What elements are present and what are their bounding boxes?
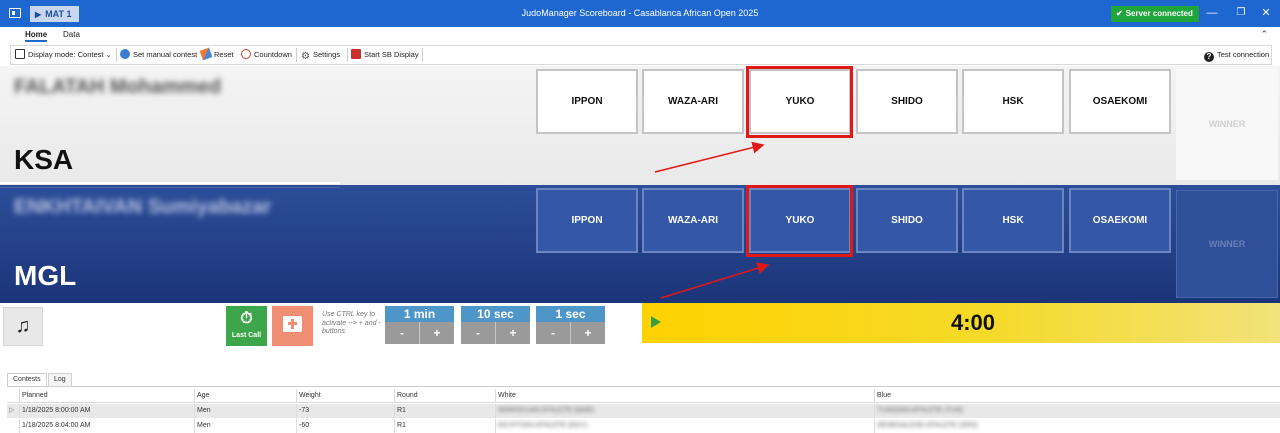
blue-athlete: SENEGALESE ATHLETE (SEN) <box>877 422 978 429</box>
blue-cell: SENEGALESE ATHLETE (SEN) <box>874 419 1274 433</box>
white-athlete: EGYPTIAN ATHLETE (EGY) <box>498 422 588 429</box>
column-header[interactable]: Weight <box>296 389 393 403</box>
column-header[interactable]: White <box>495 389 874 403</box>
blue-athlete: TUNISIAN ATHLETE (TUN) <box>877 407 964 414</box>
weight-cell: -60 <box>296 419 393 433</box>
last-call-label: Last Call <box>231 332 262 339</box>
last-call-button[interactable]: ⏱ Last Call <box>226 306 267 346</box>
table-row[interactable]: 1/18/2025 8:04:00 AM Men -60 R1 EGYPTIAN… <box>7 419 1280 433</box>
step-label: 1 sec <box>536 306 605 322</box>
column-header[interactable]: Planned <box>19 389 192 403</box>
blue-cell: TUNISIAN ATHLETE (TUN) <box>874 404 1274 418</box>
music-note-icon[interactable]: ♫ <box>3 307 43 346</box>
annotation-arrows <box>654 141 770 299</box>
medical-button[interactable] <box>272 306 313 346</box>
plus-button[interactable]: + <box>570 322 605 344</box>
plus-button[interactable]: + <box>419 322 454 344</box>
column-header[interactable]: Age <box>194 389 295 403</box>
row-pointer-icon: ▷ <box>9 407 15 414</box>
minus-button[interactable]: - <box>461 322 495 344</box>
column-header[interactable]: Blue <box>874 389 1274 403</box>
age-cell: Men <box>194 419 295 433</box>
stopwatch-icon: ⏱ <box>240 310 253 327</box>
step-1min: 1 min - + <box>385 306 454 344</box>
tab-contests[interactable]: Contests <box>7 373 47 386</box>
ctrl-hint-text: Use CTRL key to activate --> + and - but… <box>322 311 381 335</box>
weight-cell: -73 <box>296 404 393 418</box>
table-header: Planned Age Weight Round White Blue <box>7 389 1280 403</box>
first-aid-icon <box>283 316 302 332</box>
age-cell: Men <box>194 404 295 418</box>
arrow-to-blue-yuko <box>660 262 770 299</box>
timer-controls: ♫ ⏱ Last Call Use CTRL key to activate -… <box>0 303 1280 349</box>
step-label: 10 sec <box>461 306 530 322</box>
white-cell: MOROCCAN ATHLETE (MAR) <box>495 404 874 418</box>
round-cell: R1 <box>394 404 494 418</box>
white-cell: EGYPTIAN ATHLETE (EGY) <box>495 419 874 433</box>
main-clock[interactable]: 4:00 <box>642 303 1280 343</box>
clock-time: 4:00 <box>950 310 996 335</box>
step-10sec: 10 sec - + <box>461 306 530 344</box>
tab-log[interactable]: Log <box>48 373 72 386</box>
round-cell: R1 <box>394 419 494 433</box>
white-athlete: MOROCCAN ATHLETE (MAR) <box>498 407 595 414</box>
minus-button[interactable]: - <box>385 322 419 344</box>
column-header[interactable]: Round <box>394 389 494 403</box>
plus-button[interactable]: + <box>495 322 530 344</box>
step-label: 1 min <box>385 306 454 322</box>
table-row[interactable]: ▷ 1/18/2025 8:00:00 AM Men -73 R1 MOROCC… <box>7 404 1280 418</box>
planned-cell: 1/18/2025 8:04:00 AM <box>19 419 192 433</box>
arrow-to-white-yuko <box>654 141 765 173</box>
contests-table: Planned Age Weight Round White Blue ▷ 1/… <box>7 386 1280 433</box>
planned-cell: 1/18/2025 8:00:00 AM <box>19 404 192 418</box>
step-1sec: 1 sec - + <box>536 306 605 344</box>
minus-button[interactable]: - <box>536 322 570 344</box>
